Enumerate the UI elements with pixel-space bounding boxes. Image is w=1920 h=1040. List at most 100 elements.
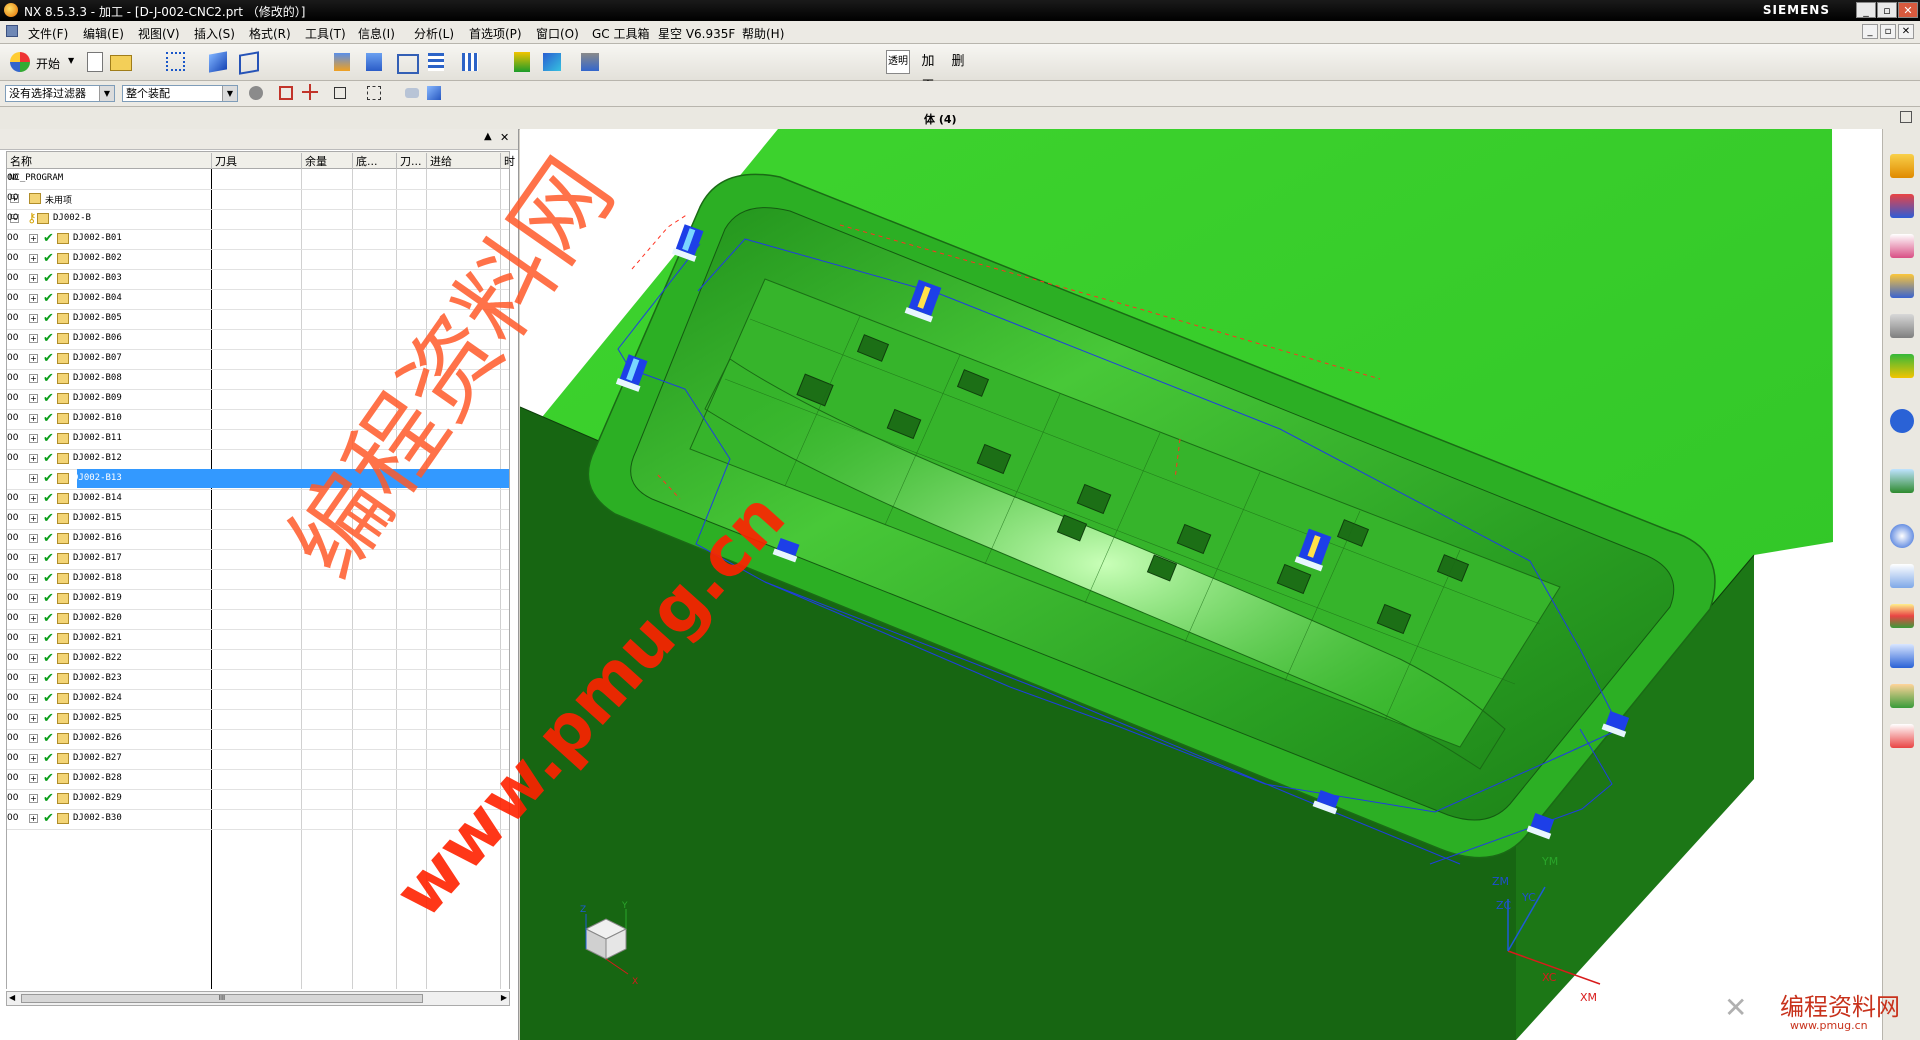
operation-row[interactable]: + ✔ DJ002-B25 00	[7, 709, 509, 730]
operation-row[interactable]: + ✔ DJ002-B21 00	[7, 629, 509, 650]
snap-point-button[interactable]	[276, 83, 296, 103]
create-method-button[interactable]	[424, 50, 448, 74]
expand-icon[interactable]: +	[29, 694, 38, 703]
expand-icon[interactable]: +	[29, 374, 38, 383]
expand-icon[interactable]: +	[29, 474, 38, 483]
operation-row[interactable]: + ✔ DJ002-B16 00	[7, 529, 509, 550]
expand-icon[interactable]: +	[29, 394, 38, 403]
internet-explorer-icon[interactable]	[1890, 409, 1914, 433]
system-materials-icon[interactable]	[1890, 469, 1914, 493]
operation-row[interactable]: + ✔ DJ002-B30 00	[7, 809, 509, 830]
create-operation-button[interactable]	[458, 50, 482, 74]
menu-help[interactable]: 帮助(H)	[742, 25, 784, 42]
operation-row[interactable]: + ✔ DJ002-B19 00	[7, 589, 509, 610]
expand-icon[interactable]: +	[29, 234, 38, 243]
mdi-minimize-button[interactable]: _	[1862, 24, 1878, 39]
menu-format[interactable]: 格式(R)	[249, 25, 291, 42]
reuse-library-icon[interactable]	[1890, 314, 1914, 338]
point-constructor-button[interactable]	[300, 83, 320, 103]
postprocess-button[interactable]	[578, 50, 602, 74]
transparent-button[interactable]: 透明	[886, 50, 910, 74]
expand-icon[interactable]: +	[29, 254, 38, 263]
menu-window[interactable]: 窗口(O)	[536, 25, 579, 42]
operation-row[interactable]: + ✔ DJ002-B07 00	[7, 349, 509, 370]
collapse-icon[interactable]: ▲	[484, 131, 492, 142]
operation-row[interactable]: + ✔ DJ002-B14 00	[7, 489, 509, 510]
scroll-thumb[interactable]: III	[21, 994, 423, 1003]
expand-icon[interactable]: +	[29, 814, 38, 823]
column-time[interactable]: 时	[501, 153, 515, 169]
mdi-close-button[interactable]: ✕	[1898, 24, 1914, 39]
shaded-view-button[interactable]	[206, 50, 230, 74]
history-icon[interactable]	[1890, 354, 1914, 378]
quick-pick-button[interactable]	[330, 83, 350, 103]
expand-icon[interactable]: +	[29, 674, 38, 683]
operation-row[interactable]: + ✔ DJ002-B04 00	[7, 289, 509, 310]
type-filter-select[interactable]: 没有选择过滤器 ▼	[5, 85, 115, 102]
menu-info[interactable]: 信息(I)	[358, 25, 395, 42]
general-selection-button[interactable]	[246, 83, 266, 103]
operation-row[interactable]: + ✔ DJ002-B13 00	[7, 469, 509, 490]
operation-row[interactable]: + ✔ DJ002-B11 00	[7, 429, 509, 450]
expand-icon[interactable]: +	[29, 794, 38, 803]
selection-scope-select[interactable]: 整个装配 ▼	[122, 85, 238, 102]
operation-row[interactable]: + ✔ DJ002-B20 00	[7, 609, 509, 630]
operation-row[interactable]: + ✔ DJ002-B15 00	[7, 509, 509, 530]
start-button[interactable]: 开始 ▼	[8, 50, 76, 74]
expand-icon[interactable]: +	[29, 654, 38, 663]
list-item[interactable]: − ⚷ DJ002-B 00	[7, 209, 509, 230]
reuse-icon[interactable]	[1890, 644, 1914, 668]
minimize-button[interactable]: _	[1856, 2, 1876, 18]
menu-file[interactable]: 文件(F)	[28, 25, 68, 42]
operation-row[interactable]: + ✔ DJ002-B22 00	[7, 649, 509, 670]
operation-row[interactable]: + ✔ DJ002-B06 00	[7, 329, 509, 350]
close-button[interactable]: ✕	[1898, 2, 1918, 18]
expand-icon[interactable]: +	[29, 734, 38, 743]
operation-row[interactable]: + ✔ DJ002-B24 00	[7, 689, 509, 710]
expand-icon[interactable]: +	[29, 534, 38, 543]
rectangle-select-button[interactable]	[364, 83, 384, 103]
expand-icon[interactable]: +	[29, 554, 38, 563]
new-file-button[interactable]	[82, 50, 106, 74]
horizontal-scrollbar[interactable]: ◀ III ▶	[6, 991, 510, 1006]
part-model[interactable]	[520, 129, 1882, 1040]
close-icon[interactable]: ✕	[500, 131, 509, 144]
create-geometry-button[interactable]	[394, 50, 419, 74]
column-floor[interactable]: 底...	[353, 153, 397, 169]
menu-xingkong[interactable]: 星空 V6.935F	[658, 25, 735, 42]
operation-row[interactable]: + ✔ DJ002-B03 00	[7, 269, 509, 290]
menu-preferences[interactable]: 首选项(P)	[469, 25, 522, 42]
clock-icon[interactable]	[1890, 524, 1914, 548]
expand-icon[interactable]: +	[29, 274, 38, 283]
expand-icon[interactable]: +	[29, 414, 38, 423]
menu-gc-toolbox[interactable]: GC 工具箱	[592, 25, 650, 42]
operation-row[interactable]: + ✔ DJ002-B09 00	[7, 389, 509, 410]
machine-tool-navigator-icon[interactable]	[1890, 194, 1914, 218]
mdi-restore-button[interactable]: ▫	[1880, 24, 1896, 39]
graphics-viewport[interactable]: ZM ZC YC YM XC XM X Y Z	[520, 129, 1882, 1040]
operation-row[interactable]: + ✔ DJ002-B05 00	[7, 309, 509, 330]
operation-row[interactable]: + ✔ DJ002-B26 00	[7, 729, 509, 750]
expand-icon[interactable]: +	[29, 294, 38, 303]
print-icon[interactable]	[1890, 724, 1914, 748]
expand-icon[interactable]: +	[29, 514, 38, 523]
expand-icon[interactable]: +	[29, 634, 38, 643]
roles-icon[interactable]	[1890, 684, 1914, 708]
expand-icon[interactable]: +	[29, 494, 38, 503]
open-file-button[interactable]	[108, 50, 132, 74]
list-item[interactable]: NC_PROGRAM 00	[7, 169, 509, 190]
color-palette-icon[interactable]	[1890, 604, 1914, 628]
nx-app-icon[interactable]	[4, 3, 18, 17]
column-stock[interactable]: 余量	[302, 153, 353, 169]
fit-view-button[interactable]	[164, 50, 188, 74]
generate-toolpath-button[interactable]	[510, 50, 534, 74]
operation-row[interactable]: + ✔ DJ002-B23 00	[7, 669, 509, 690]
expand-icon[interactable]: +	[29, 594, 38, 603]
menu-insert[interactable]: 插入(S)	[194, 25, 235, 42]
operation-row[interactable]: + ✔ DJ002-B17 00	[7, 549, 509, 570]
verify-toolpath-button[interactable]	[540, 50, 564, 74]
expand-icon[interactable]: +	[29, 454, 38, 463]
column-tool[interactable]: 刀具	[212, 153, 302, 169]
operation-row[interactable]: + ✔ DJ002-B01 00	[7, 229, 509, 250]
body-select-button[interactable]	[424, 83, 444, 103]
